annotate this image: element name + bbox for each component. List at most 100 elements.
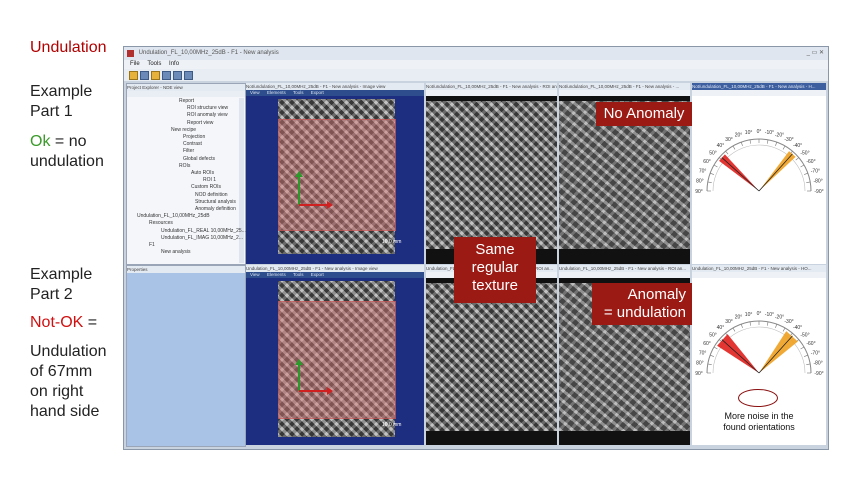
slide-title: Undulation [30, 39, 107, 56]
protractor-tick [749, 321, 751, 326]
roi-texture-image [426, 101, 557, 249]
menu-tools[interactable]: Tools [147, 61, 161, 67]
protractor-tick-label: 10° [745, 130, 753, 136]
bottom-protractor-header: Undulation_FL_10,00MHz_25dB - F1 - New a… [692, 265, 826, 272]
toolbar-export[interactable]: Export [311, 90, 324, 95]
protractor-tick [740, 142, 743, 146]
toolbar-export[interactable]: Export [311, 272, 324, 277]
protractor-tick-label: 70° [699, 168, 707, 174]
save-icon[interactable] [162, 71, 171, 80]
y-axis-arrow [298, 175, 300, 205]
protractor-tick-label: 80° [696, 361, 704, 367]
orange-orientation-wedge-needle [758, 153, 793, 192]
tree-item[interactable]: Report [131, 98, 246, 105]
tree-item[interactable]: ROI structure view [131, 105, 246, 112]
protractor-tick-label: 70° [699, 350, 707, 356]
protractor-tick-label: -10° [765, 130, 774, 136]
tree-item[interactable]: Projection [131, 134, 246, 141]
protractor-tick [710, 172, 714, 175]
tree-item[interactable]: F1 [131, 242, 246, 249]
explorer-toolbar [127, 91, 245, 97]
tree-item[interactable]: Anomaly definition [131, 206, 246, 213]
scale-label: 10,0 mm [382, 422, 402, 428]
protractor-tick-label: 30° [725, 137, 733, 143]
tree-item[interactable]: ROI anomaly view [131, 112, 246, 119]
bottom-protractor-panel: Undulation_FL_10,00MHz_25dB - F1 - New a… [692, 265, 826, 445]
tree-item[interactable]: New recipe [131, 127, 246, 134]
protractor-tick-label: 0° [757, 311, 762, 317]
no-anomaly-callout: No Anomaly [596, 102, 692, 126]
folder-icon[interactable] [151, 71, 160, 80]
protractor-tick-label: 80° [696, 179, 704, 185]
desc-line4: hand side [30, 403, 100, 420]
example2-result: Not-OK = [30, 313, 97, 333]
ok-rest: = no [50, 133, 87, 150]
protractor-tick [767, 139, 769, 144]
menu-info[interactable]: Info [169, 61, 179, 67]
tree-item[interactable]: Filter [131, 148, 246, 155]
roi-texture-image [426, 283, 557, 431]
tree-item[interactable]: Undulation_FL_IMAG 10,00MHz_2... [131, 235, 246, 242]
tree-item[interactable]: Auto ROIs [131, 170, 246, 177]
protractor-tick-label: -20° [775, 315, 784, 321]
tree-item[interactable]: Report view [131, 120, 246, 127]
orange-orientation-wedge-needle [758, 335, 793, 374]
window-title: Undulation_FL_10,00MHz_25dB - F1 - New a… [138, 50, 279, 56]
app-window: Undulation_FL_10,00MHz_25dB - F1 - New a… [123, 46, 829, 450]
protractor-tick [749, 139, 751, 144]
protractor-inner-arc [712, 144, 806, 192]
example1-heading: Example Part 1 [30, 82, 92, 122]
toolbar-tools[interactable]: Tools [293, 272, 304, 277]
toolbar-view[interactable]: View [250, 272, 260, 277]
toolbar-elements[interactable]: Elements [267, 272, 286, 277]
tree-item[interactable]: ROIs [131, 163, 246, 170]
toolbar-elements[interactable]: Elements [267, 90, 286, 95]
protractor-tick [800, 346, 805, 350]
tree-item[interactable]: New analysis [131, 249, 246, 256]
properties-panel: Properties [126, 265, 246, 447]
x-axis-arrow [299, 204, 327, 206]
export-icon[interactable] [173, 71, 182, 80]
example2-heading-line2: Part 2 [30, 286, 73, 303]
tree-item[interactable]: Structural analysis [131, 199, 246, 206]
protractor-tick-label: -90° [814, 371, 823, 377]
top-roi-header-1: Not/undulation_FL_10,00MHz_25dB - F1 - N… [426, 83, 557, 90]
tree-item[interactable]: Global defects [131, 156, 246, 163]
protractor-tick-label: -80° [813, 361, 822, 367]
toolbar-view[interactable]: View [250, 90, 260, 95]
bottom-image-view-header: Undulation_FL_10,00MHz_25dB - F1 - New a… [246, 265, 424, 272]
top-protractor-panel: Not/undulation_FL_10,00MHz_25dB - F1 - N… [692, 83, 826, 264]
protractor-tick-label: -50° [800, 150, 809, 156]
new-icon[interactable] [140, 71, 149, 80]
protractor-tick [806, 363, 811, 365]
protractor-tick [800, 164, 805, 168]
top-image-view-panel: Not/undulation_FL_10,00MHz_25dB - F1 - N… [246, 83, 424, 264]
open-folder-icon[interactable] [129, 71, 138, 80]
protractor-tick [732, 145, 736, 150]
tree-item[interactable]: Custom ROIs [131, 184, 246, 191]
noise-highlight-circle [738, 389, 778, 407]
menu-file[interactable]: File [130, 61, 140, 67]
red-orientation-wedge-needle [721, 157, 760, 192]
tree-item[interactable]: Contrast [131, 141, 246, 148]
project-explorer-header: Project Explorer - NDE view [127, 84, 245, 91]
window-controls-icon[interactable]: _ ▭ ✕ [807, 47, 824, 60]
protractor-tick-label: -90° [814, 189, 823, 195]
protractor-tick-label: 50° [709, 150, 717, 156]
panel-toolbar [692, 90, 826, 96]
example2-description: Undulation of 67mm on right hand side [30, 342, 107, 422]
tree-item[interactable]: ROI 1 [131, 177, 246, 184]
explorer-tree: Report ROI structure view ROI anomaly vi… [131, 98, 246, 256]
protractor-tick [740, 324, 743, 328]
tree-item[interactable]: NOD definition [131, 192, 246, 199]
protractor-tick [775, 142, 778, 146]
tree-item[interactable]: Resources [131, 220, 246, 227]
protractor-tick [804, 172, 808, 175]
tree-item[interactable]: Undulation_FL_REAL 10,00MHz_25... [131, 228, 246, 235]
protractor-tick-label: 90° [695, 371, 703, 377]
tree-item[interactable]: Undulation_FL_10,00MHz_25dB [131, 213, 246, 220]
toolbar-tools[interactable]: Tools [293, 90, 304, 95]
settings-icon[interactable] [184, 71, 193, 80]
anomaly-line1: Anomaly [627, 286, 686, 303]
protractor-tick [732, 327, 736, 332]
